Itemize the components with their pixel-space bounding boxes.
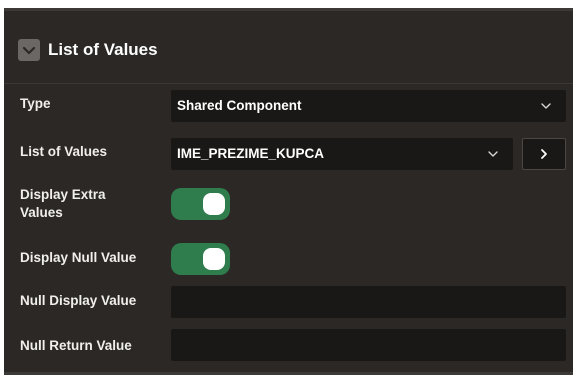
null-return-value-label: Null Return Value (20, 338, 132, 353)
chevron-down-icon (488, 151, 498, 157)
toggle-knob (203, 248, 225, 270)
display-null-value-label: Display Null Value (20, 250, 137, 265)
chevron-down-icon (22, 46, 36, 55)
type-label: Type (20, 96, 51, 111)
list-of-values-select-value: IME_PREZIME_KUPCA (177, 146, 325, 161)
open-list-of-values-button[interactable] (522, 138, 566, 170)
display-extra-values-toggle[interactable] (171, 188, 230, 220)
null-display-value-label: Null Display Value (20, 293, 137, 308)
chevron-right-icon (541, 149, 547, 159)
chevron-down-icon (541, 103, 551, 109)
toggle-knob (203, 193, 225, 215)
section-header: List of Values (4, 11, 573, 84)
display-extra-values-label: Display Extra Values (20, 187, 106, 220)
list-of-values-label: List of Values (20, 144, 108, 159)
type-select[interactable]: Shared Component (171, 90, 566, 122)
type-select-value: Shared Component (177, 98, 302, 113)
null-display-value-input[interactable] (171, 286, 566, 318)
screenshot-frame: List of Values Type Shared Component Lis… (0, 0, 573, 379)
display-null-value-toggle[interactable] (171, 243, 230, 275)
list-of-values-select[interactable]: IME_PREZIME_KUPCA (171, 138, 513, 170)
section-title: List of Values (48, 40, 158, 59)
collapse-button[interactable] (18, 39, 40, 61)
panel-bottom-border (4, 372, 573, 375)
list-of-values-panel: List of Values Type Shared Component Lis… (4, 8, 573, 375)
null-return-value-input[interactable] (171, 329, 566, 361)
